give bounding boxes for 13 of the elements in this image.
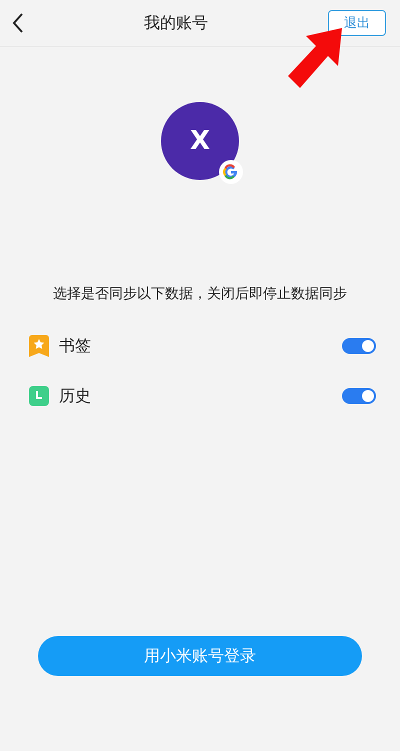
back-icon[interactable] — [12, 13, 24, 33]
sync-description: 选择是否同步以下数据，关闭后即停止数据同步 — [52, 285, 348, 303]
bookmark-icon — [29, 335, 49, 357]
toggle-switch[interactable] — [342, 338, 376, 354]
sync-item-label: 历史 — [59, 386, 92, 406]
logout-button[interactable]: 退出 — [328, 10, 386, 36]
toggle-switch[interactable] — [342, 388, 376, 404]
google-badge-icon — [219, 160, 243, 184]
sync-item-label: 书签 — [59, 336, 92, 356]
avatar-letter: X — [190, 126, 210, 156]
clock-icon — [29, 386, 49, 406]
page-title: 我的账号 — [144, 12, 208, 34]
login-button[interactable]: 用小米账号登录 — [38, 636, 362, 676]
